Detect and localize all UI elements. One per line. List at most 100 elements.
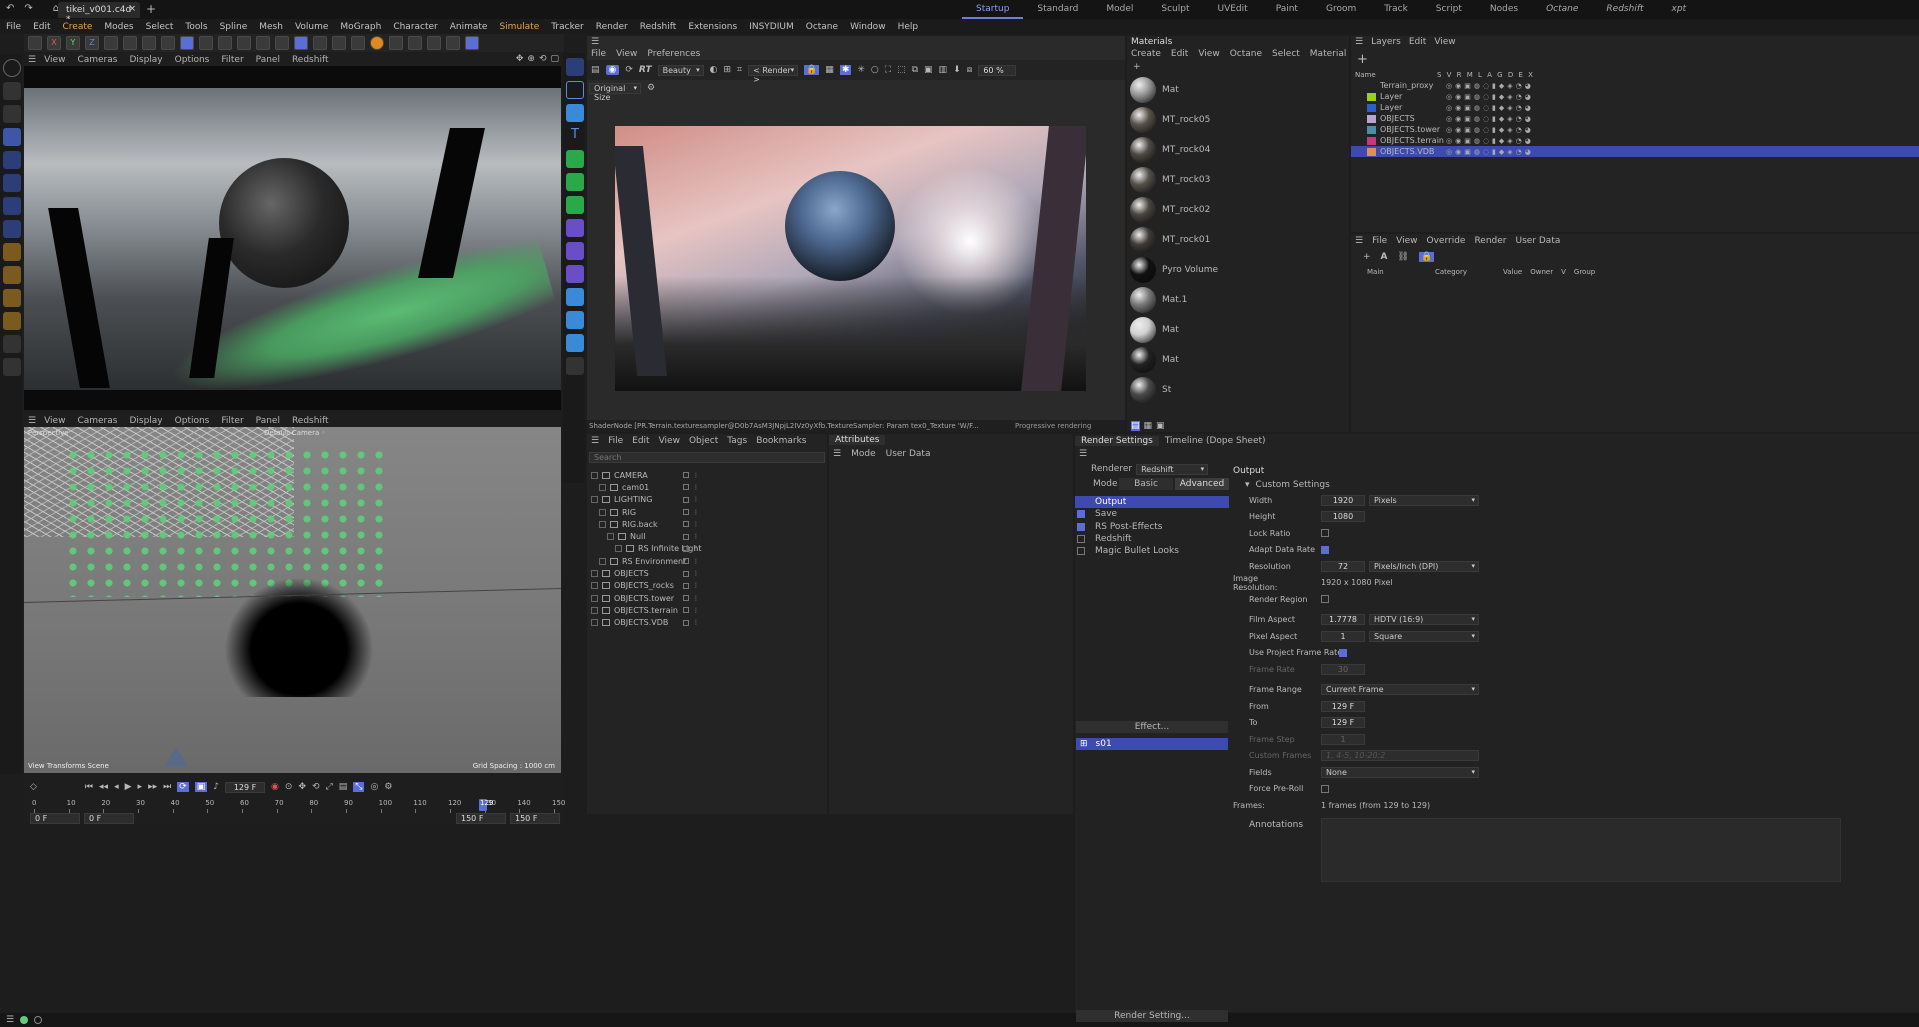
layer-flag-icons[interactable]: ◎◉▣◍◌▮◆◈◔◕ — [1446, 137, 1534, 145]
rs-tab[interactable]: Render Settings — [1075, 436, 1159, 446]
viewport-bottom-default-camera[interactable]: Default Camera ◦ — [264, 429, 326, 437]
maximize-icon[interactable]: ▢ — [550, 54, 559, 64]
layer-flag-icons[interactable]: ◎◉▣◍◌▮◆◈◔◕ — [1446, 104, 1534, 112]
expand-icon[interactable] — [599, 557, 606, 565]
view-list-icon[interactable]: ▤ — [1131, 421, 1140, 431]
viewport-menu-options[interactable]: Options — [175, 416, 210, 426]
layer-color-swatch[interactable] — [1367, 147, 1376, 156]
material-item[interactable]: Mat — [1127, 315, 1349, 345]
layout-tab-script[interactable]: Script — [1422, 0, 1476, 19]
attr-right-menu-item[interactable]: Render — [1474, 236, 1506, 246]
snapshot-icon[interactable]: ⧈ — [967, 65, 973, 75]
refresh-icon[interactable]: ⟳ — [625, 65, 633, 75]
scheme-icon[interactable]: ⚙ — [384, 782, 392, 792]
material-item[interactable]: Mat — [1127, 75, 1349, 105]
add-layer-icon[interactable]: + — [1357, 52, 1368, 67]
key-param-icon[interactable]: ▤ — [339, 782, 348, 792]
settings-icon[interactable]: ⚙ — [647, 83, 655, 93]
close-tab-icon[interactable]: × — [128, 4, 136, 14]
film-strip-icon[interactable]: ▤ — [591, 65, 600, 75]
frame-range-select[interactable]: Current Frame — [1321, 684, 1479, 696]
forward-icon[interactable]: ↷ — [24, 3, 32, 14]
coord-system-button[interactable] — [104, 36, 118, 50]
viewport-menu-panel[interactable]: Panel — [256, 416, 280, 426]
layout-tab-sculpt[interactable]: Sculpt — [1147, 0, 1203, 19]
from-field[interactable]: 129 F — [1321, 700, 1365, 712]
lock-icon[interactable]: 🔒 — [804, 65, 820, 75]
layers-panel-icon[interactable]: ☰ — [1355, 37, 1363, 47]
snap-button[interactable] — [218, 36, 232, 50]
viewport-menu-cameras[interactable]: Cameras — [77, 416, 117, 426]
attr-right-menu-item[interactable]: Override — [1427, 236, 1466, 246]
panel-menu-icon[interactable]: ☰ — [28, 416, 36, 426]
menu-redshift[interactable]: Redshift — [640, 22, 677, 32]
rotate-view-icon[interactable]: ⟲ — [539, 54, 547, 64]
object-visibility-icon[interactable] — [683, 533, 689, 540]
cube-icon[interactable] — [566, 104, 584, 122]
object-visibility-icon[interactable] — [683, 595, 689, 602]
preview-min-field[interactable]: 0 F — [84, 812, 134, 824]
layers-menu-item[interactable]: View — [1434, 37, 1455, 47]
object-dots-icon[interactable]: ⋮ — [693, 533, 699, 540]
material-item[interactable]: MT_rock01 — [1127, 225, 1349, 255]
layout-tab-groom[interactable]: Groom — [1312, 0, 1370, 19]
min-frame-field[interactable]: 0 F — [30, 812, 80, 824]
layout-tab-octane[interactable]: Octane — [1532, 0, 1592, 19]
grid-toggle-icon[interactable]: ▦ — [825, 65, 834, 75]
material-item[interactable]: Mat.1 — [1127, 285, 1349, 315]
light-icon[interactable] — [566, 288, 584, 306]
render-settings-button[interactable] — [351, 36, 365, 50]
viewport-menu-redshift[interactable]: Redshift — [292, 55, 329, 65]
use-project-frame-rate-checkbox[interactable] — [1339, 648, 1347, 657]
expand-icon[interactable] — [591, 606, 598, 614]
viewport-menu-redshift[interactable]: Redshift — [292, 416, 329, 426]
to-field[interactable]: 129 F — [1321, 717, 1365, 729]
render-view-button[interactable] — [313, 36, 327, 50]
pen-icon[interactable] — [566, 357, 584, 375]
uv-mode-button[interactable] — [199, 36, 213, 50]
attributes-tab[interactable]: Attributes — [829, 435, 886, 445]
collapse-icon[interactable]: ▾ — [1245, 480, 1250, 490]
link-icon[interactable]: ⛓ — [1398, 252, 1409, 262]
clapper-icon[interactable] — [427, 36, 441, 50]
menu-create[interactable]: Create — [63, 22, 93, 32]
menu-tools[interactable]: Tools — [185, 22, 207, 32]
star-icon[interactable]: ✳ — [857, 65, 865, 75]
render-region-checkbox[interactable] — [1321, 595, 1329, 604]
menu-character[interactable]: Character — [393, 22, 437, 32]
object-search-input[interactable]: Search — [589, 452, 825, 463]
smooth-tool-icon[interactable] — [3, 358, 21, 376]
film-aspect-field[interactable]: 1.7778 — [1321, 614, 1365, 626]
layer-flag-icons[interactable]: ◎◉▣◍◌▮◆◈◔◕ — [1446, 82, 1534, 90]
paint-tool-icon[interactable] — [3, 312, 21, 330]
object-dots-icon[interactable]: ⋮ — [693, 496, 699, 503]
camera-icon[interactable] — [446, 36, 460, 50]
resolution-field[interactable]: 72 — [1321, 560, 1365, 572]
om-menu-item[interactable]: Edit — [632, 436, 649, 446]
layer-row[interactable]: OBJECTS.VDB ◎◉▣◍◌▮◆◈◔◕ — [1351, 146, 1919, 157]
grid-button[interactable] — [275, 36, 289, 50]
rs-left-item[interactable]: Output — [1075, 496, 1229, 509]
object-visibility-icon[interactable] — [683, 619, 689, 626]
histogram-icon[interactable]: ▥ — [939, 65, 948, 75]
viewport-bottom[interactable]: ☰ View Cameras Display Options Filter Panel Re… — [24, 414, 561, 773]
magnet-icon[interactable] — [256, 36, 270, 50]
width-field[interactable]: 1920 — [1321, 494, 1365, 506]
snow-icon[interactable]: ✱ — [839, 65, 852, 75]
cloner-icon[interactable] — [566, 173, 584, 191]
attr-right-menu-item[interactable]: View — [1396, 236, 1417, 246]
render-view-menu-view[interactable]: View — [616, 49, 637, 59]
object-row[interactable]: OBJECTS_rocks ⋮ — [587, 580, 827, 592]
key-scale-icon[interactable]: ⤢ — [326, 782, 333, 792]
menu-select[interactable]: Select — [146, 22, 174, 32]
object-visibility-icon[interactable] — [683, 607, 689, 614]
search-tool-icon[interactable] — [3, 59, 21, 77]
height-field[interactable]: 1080 — [1321, 511, 1365, 523]
layer-flag-icons[interactable]: ◎◉▣◍◌▮◆◈◔◕ — [1446, 93, 1534, 101]
layer-flag-icons[interactable]: ◎◉▣◍◌▮◆◈◔◕ — [1446, 126, 1534, 134]
object-visibility-icon[interactable] — [683, 558, 689, 565]
object-dots-icon[interactable]: ⋮ — [693, 570, 699, 577]
play-icon[interactable]: ▶ — [125, 782, 132, 792]
object-row[interactable]: RS Infinite Light ⋮ — [587, 543, 827, 555]
fields-select[interactable]: None — [1321, 766, 1479, 778]
